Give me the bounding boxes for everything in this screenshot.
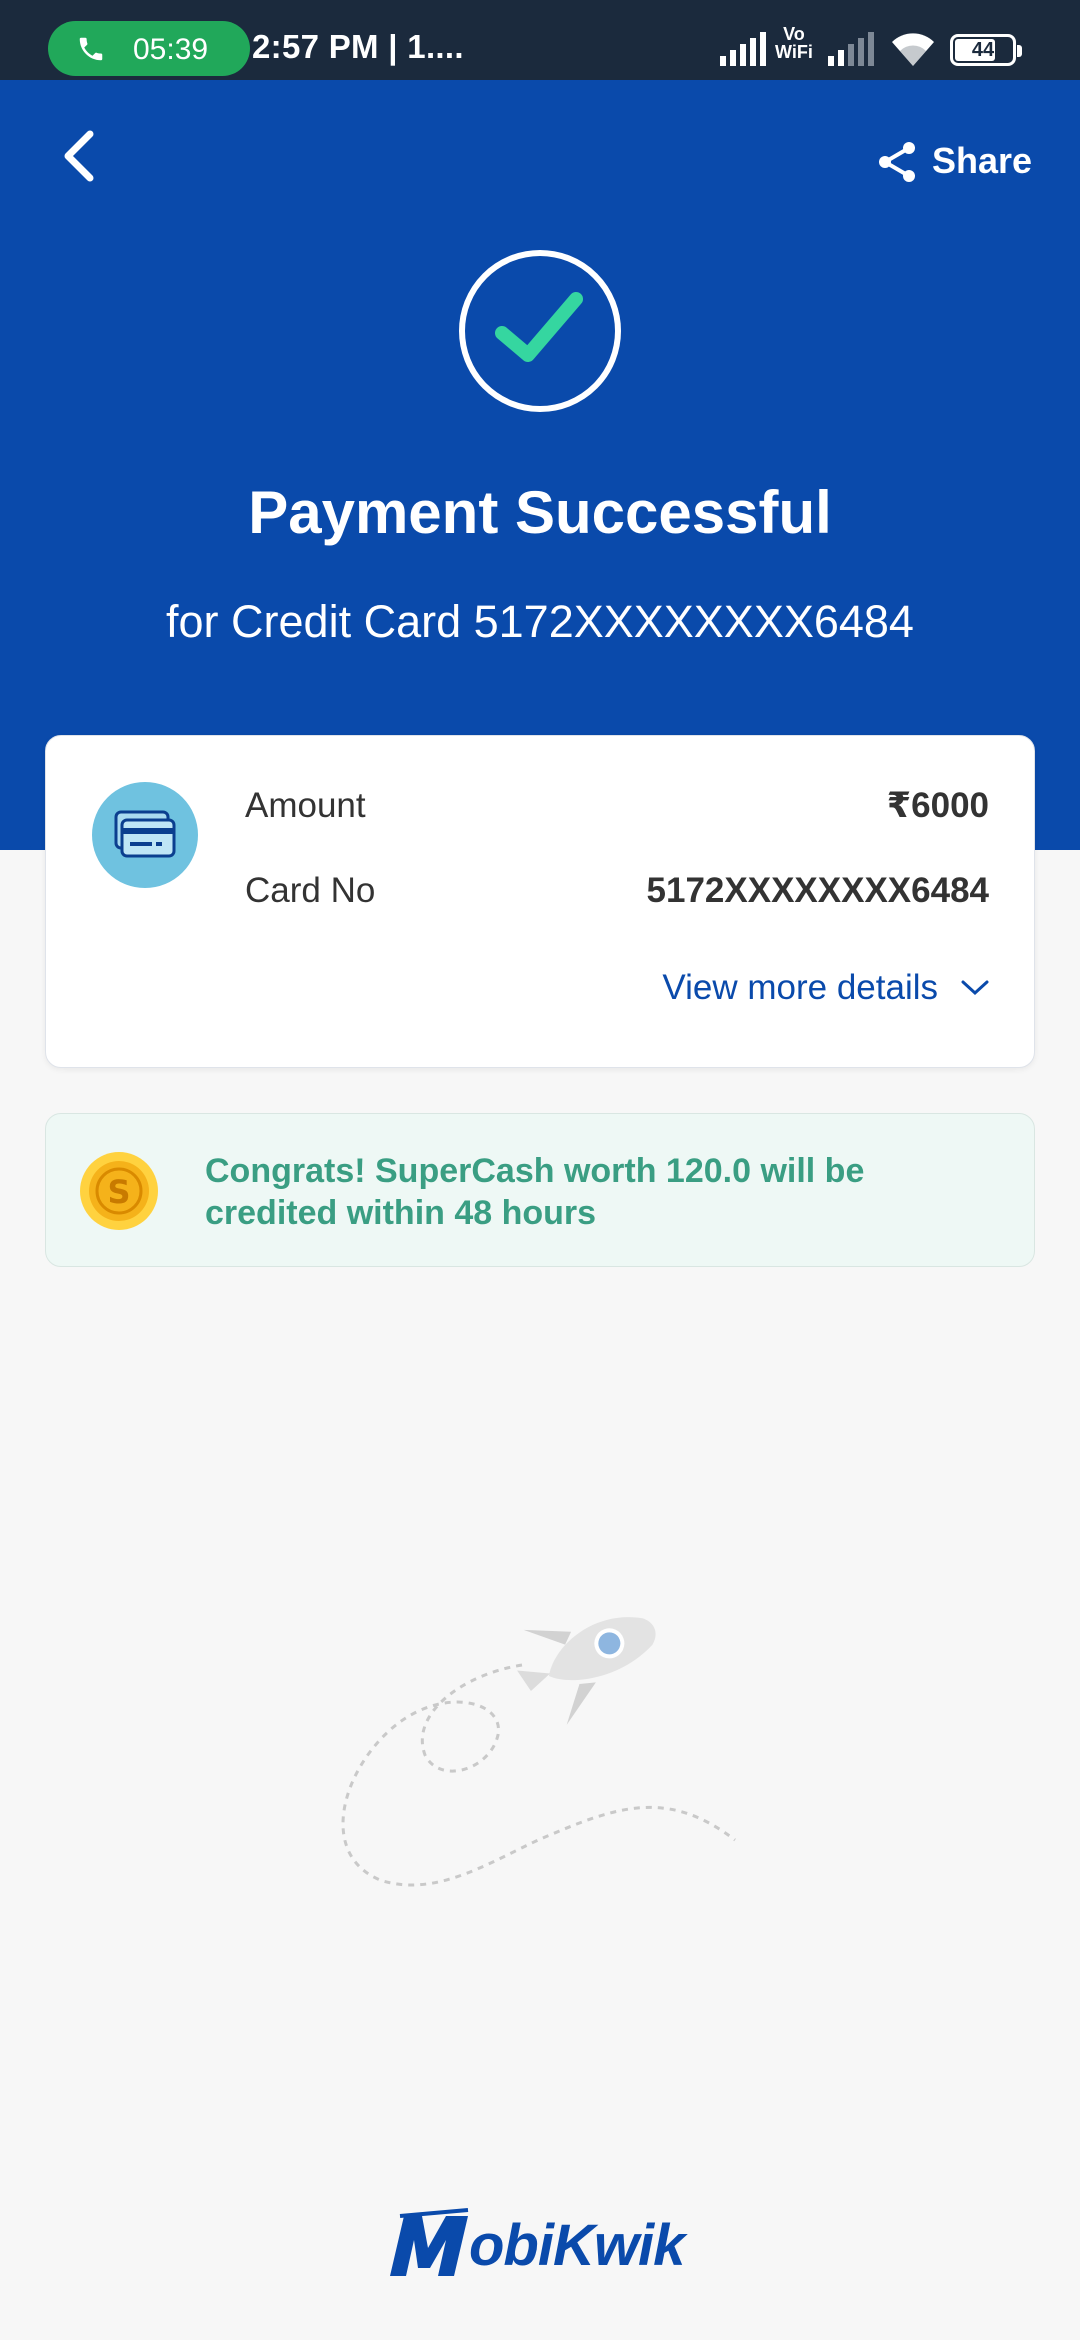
svg-text:S: S: [107, 1173, 130, 1211]
share-icon: [879, 142, 915, 182]
call-timer: 05:39: [133, 33, 209, 66]
vowifi-indicator: Vo WiFi: [775, 25, 813, 61]
supercash-banner: S Congrats! SuperCash worth 120.0 will b…: [45, 1113, 1035, 1267]
back-button[interactable]: [50, 120, 110, 192]
status-bar: 05:39 2:57 PM | 1.... Vo WiFi 44: [0, 0, 1080, 80]
card-number-value: 5172XXXXXXXX6484: [646, 871, 989, 910]
page-title: Payment Successful: [248, 479, 832, 546]
credit-card-avatar: [92, 782, 198, 888]
rocket-illustration: [341, 1617, 736, 1887]
page-subtitle: for Credit Card 5172XXXXXXXX6484: [166, 596, 914, 647]
view-more-details-link[interactable]: View more details: [662, 968, 990, 1008]
payment-summary-card: Amount ₹6000 Card No 5172XXXXXXXX6484 Vi…: [45, 735, 1035, 1068]
status-icons: Vo WiFi 44: [720, 20, 1060, 70]
signal-icon: [720, 32, 766, 66]
amount-label: Amount: [245, 786, 366, 825]
mobikwik-m-mark: [390, 2208, 469, 2276]
view-more-label: View more details: [662, 968, 938, 1007]
credit-card-icon: [114, 810, 176, 858]
vowifi-top: Vo: [783, 24, 805, 44]
battery-level: 44: [971, 39, 995, 61]
chevron-left-icon: [64, 130, 94, 182]
supercash-coin-icon: S: [80, 1152, 158, 1230]
supercash-message: Congrats! SuperCash worth 120.0 will be …: [205, 1152, 865, 1232]
vowifi-bottom: WiFi: [775, 42, 813, 62]
signal-weak-icon: [828, 32, 874, 66]
card-number-label: Card No: [245, 871, 376, 910]
amount-value: ₹6000: [886, 786, 989, 825]
share-button[interactable]: Share: [872, 130, 1042, 190]
check-circle-icon: [459, 250, 621, 412]
ongoing-call-pill[interactable]: 05:39: [48, 21, 250, 76]
share-label: Share: [932, 140, 1033, 181]
phone-icon: [79, 37, 103, 61]
battery-icon: 44: [950, 34, 1022, 66]
wifi-icon: [892, 33, 934, 66]
chevron-down-icon: [961, 980, 989, 996]
mobikwik-logo: obiKwik: [388, 2206, 693, 2282]
logo-text: obiKwik: [469, 2213, 685, 2278]
status-time: 2:57 PM | 1....: [252, 28, 464, 65]
